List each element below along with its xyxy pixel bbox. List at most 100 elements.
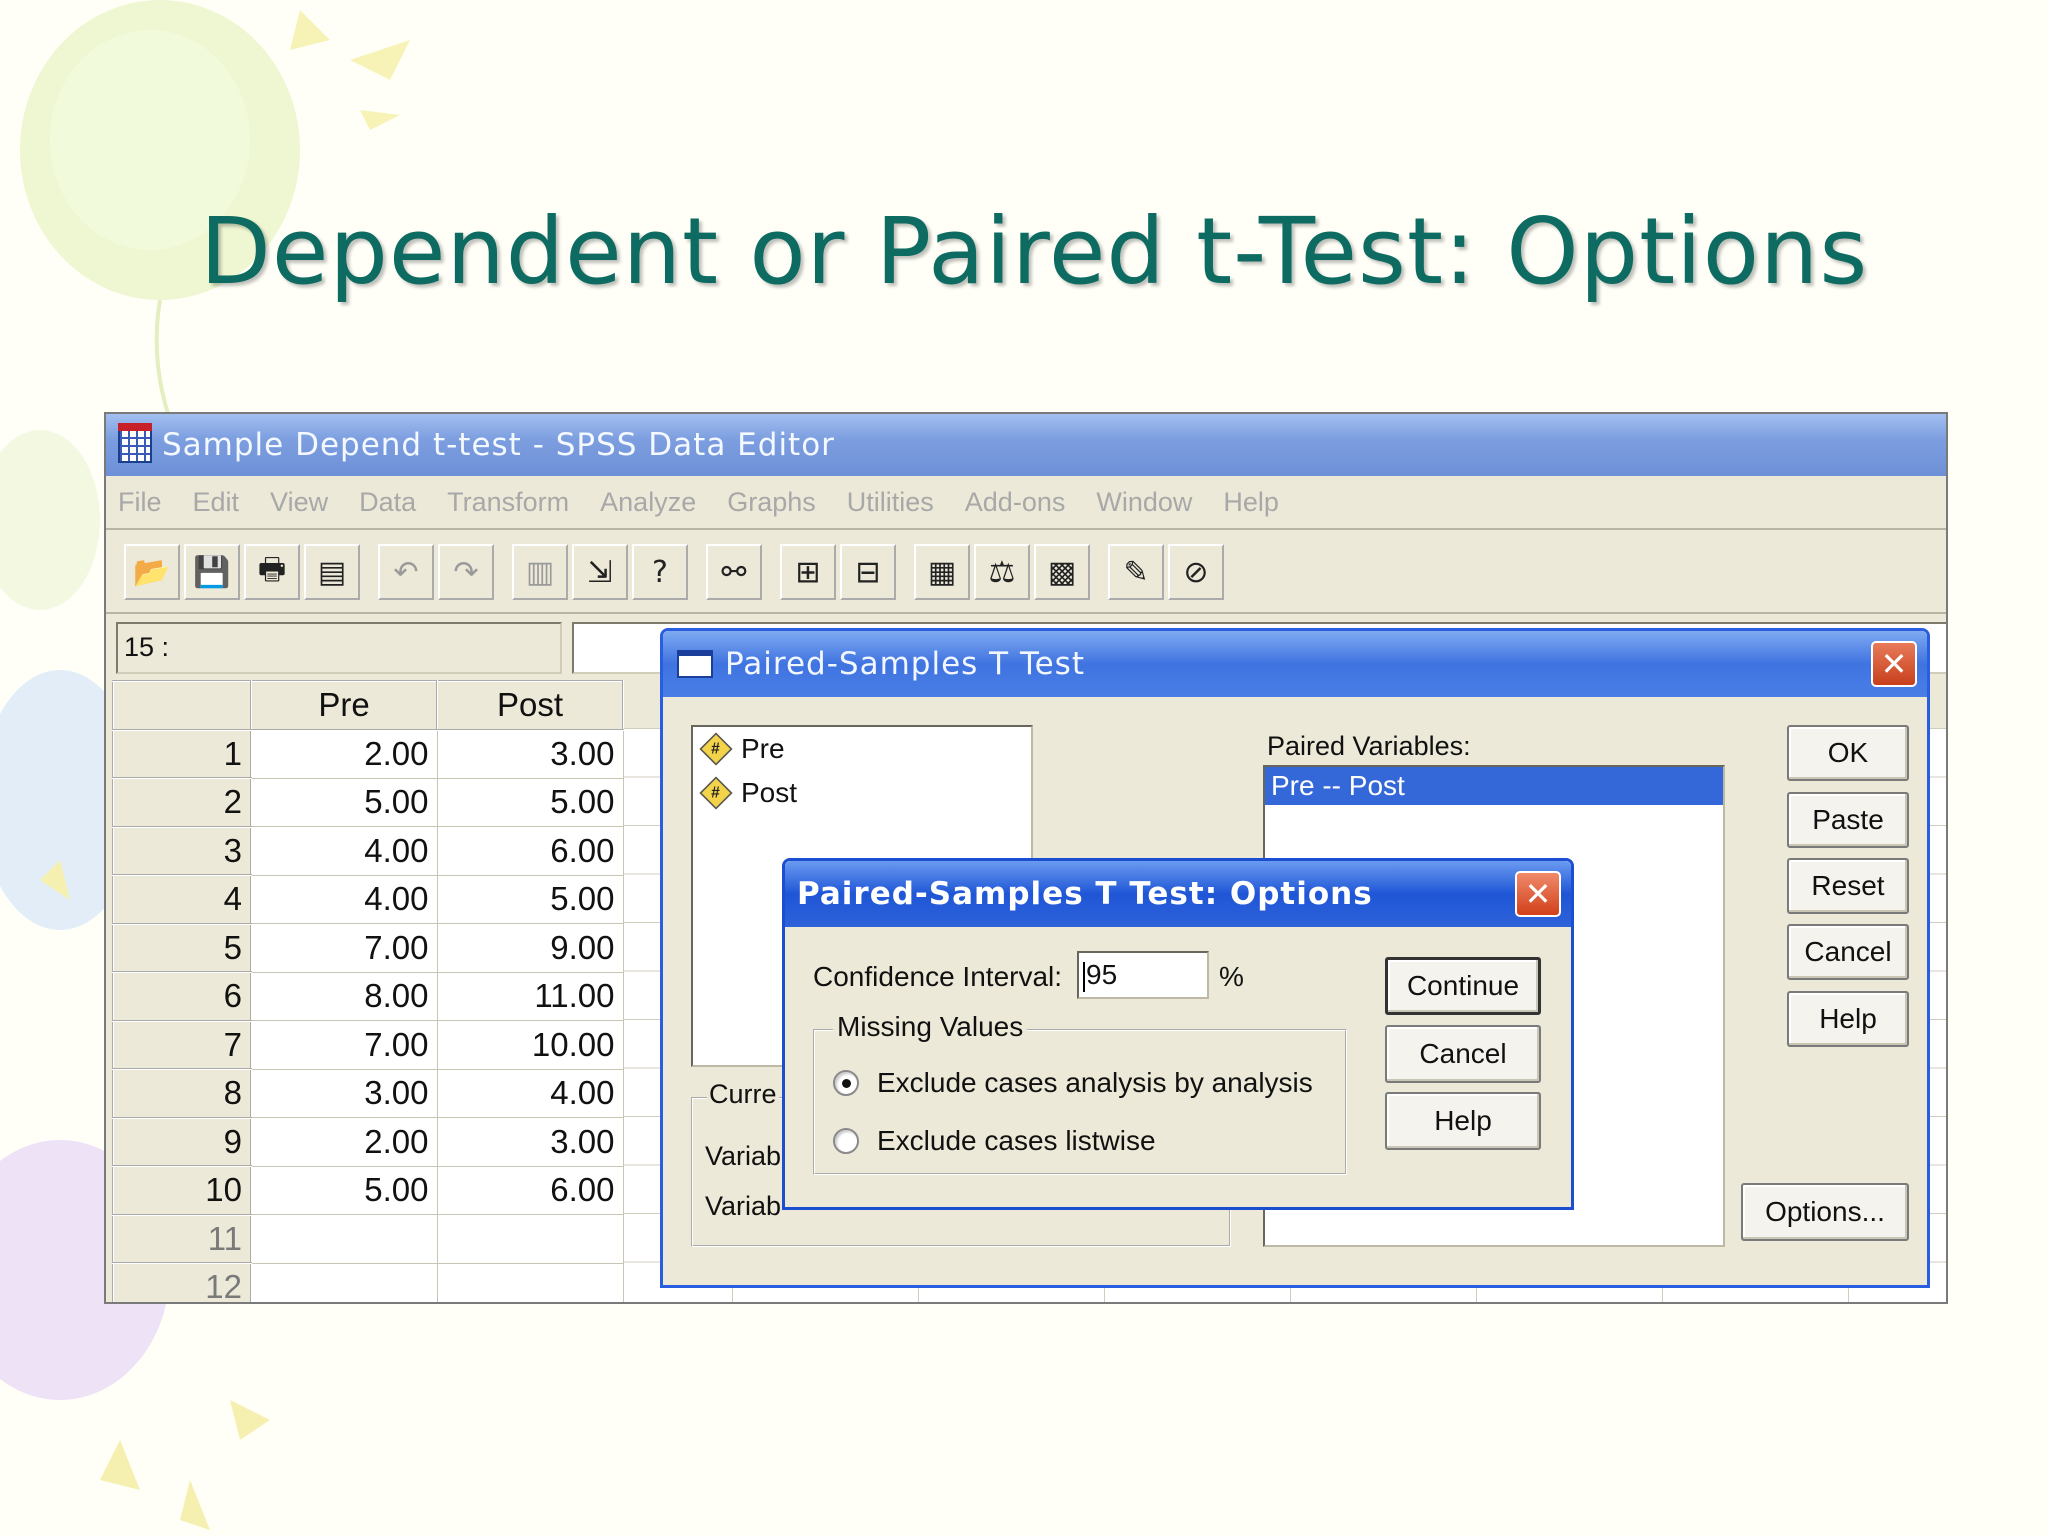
insert-variable-icon[interactable]: ⊟ (840, 544, 896, 600)
radio-listwise[interactable]: Exclude cases listwise (833, 1125, 1156, 1157)
options-button[interactable]: Options... (1741, 1183, 1909, 1241)
select-cases-icon[interactable]: ▩ (1034, 544, 1090, 600)
cell-post[interactable]: 11.00 (436, 971, 624, 1021)
cell-post[interactable]: 9.00 (436, 923, 624, 973)
table-row: 9 2.00 3.00 (112, 1116, 624, 1167)
radio-button-selected[interactable] (833, 1070, 859, 1096)
continue-button[interactable]: Continue (1385, 957, 1541, 1015)
row-header[interactable]: 7 (112, 1019, 252, 1070)
current-selections-label: Curre (707, 1079, 779, 1110)
cell-post[interactable] (436, 1262, 624, 1302)
row-header[interactable]: 8 (112, 1068, 252, 1119)
row-header[interactable]: 12 (112, 1262, 252, 1302)
save-icon[interactable]: 💾 (184, 544, 240, 600)
confidence-interval-input[interactable]: 95 (1077, 951, 1209, 999)
split-file-icon[interactable]: ▦ (914, 544, 970, 600)
row-header[interactable]: 2 (112, 777, 252, 828)
cell-pre[interactable]: 4.00 (250, 874, 438, 924)
row-header[interactable]: 1 (112, 728, 252, 779)
cell-pre[interactable]: 4.00 (250, 826, 438, 876)
help-button[interactable]: Help (1385, 1092, 1541, 1150)
variable-label: Post (741, 777, 798, 808)
cell-post[interactable]: 4.00 (436, 1068, 624, 1118)
menu-file[interactable]: File (118, 487, 162, 518)
row-header[interactable]: 4 (112, 874, 252, 925)
ok-button[interactable]: OK (1787, 725, 1909, 781)
menu-data[interactable]: Data (359, 487, 416, 518)
weight-cases-icon[interactable]: ⚖ (974, 544, 1030, 600)
cell-pre[interactable]: 7.00 (250, 1020, 438, 1070)
menu-window[interactable]: Window (1096, 487, 1192, 518)
column-header-pre[interactable]: Pre (250, 680, 438, 731)
goto-case-icon[interactable]: ⇲ (572, 544, 628, 600)
paired-variables-label: Paired Variables: (1267, 731, 1471, 761)
table-row: 6 8.00 11.00 (112, 971, 624, 1022)
variable2-label: Variab (705, 1191, 782, 1222)
cell-pre[interactable]: 3.00 (250, 1068, 438, 1118)
radio-analysis-by-analysis[interactable]: Exclude cases analysis by analysis (833, 1067, 1313, 1099)
column-header-post[interactable]: Post (436, 680, 624, 731)
window-title: Sample Depend t-test - SPSS Data Editor (162, 427, 835, 463)
cell-post[interactable]: 6.00 (436, 1165, 624, 1215)
variable1-label: Variab (705, 1141, 782, 1172)
menu-utilities[interactable]: Utilities (847, 487, 934, 518)
use-sets-icon[interactable]: ⊘ (1168, 544, 1224, 600)
menu-edit[interactable]: Edit (193, 487, 240, 518)
cell-pre[interactable]: 5.00 (250, 777, 438, 827)
menu-view[interactable]: View (270, 487, 328, 518)
cell-pre[interactable]: 7.00 (250, 923, 438, 973)
list-item[interactable]: # Post (693, 771, 1031, 815)
row-header[interactable]: 3 (112, 825, 252, 876)
cell-pre[interactable]: 8.00 (250, 971, 438, 1021)
menu-addons[interactable]: Add-ons (965, 487, 1066, 518)
cell-post[interactable]: 3.00 (436, 1117, 624, 1167)
print-icon[interactable]: 🖶 (244, 544, 300, 600)
variables-icon[interactable]: ? (632, 544, 688, 600)
row-header[interactable]: 10 (112, 1165, 252, 1216)
row-header[interactable]: 9 (112, 1116, 252, 1167)
open-icon[interactable]: 📂 (124, 544, 180, 600)
row-header[interactable]: 11 (112, 1213, 252, 1264)
close-icon[interactable]: ✕ (1515, 871, 1561, 917)
table-row: 5 7.00 9.00 (112, 922, 624, 973)
table-row: 7 7.00 10.00 (112, 1019, 624, 1070)
cell-post[interactable]: 6.00 (436, 826, 624, 876)
menu-help[interactable]: Help (1223, 487, 1279, 518)
goto-chart-icon[interactable]: ▥ (512, 544, 568, 600)
cell-post[interactable] (436, 1214, 624, 1264)
row-header[interactable]: 5 (112, 922, 252, 973)
cell-pre[interactable] (250, 1214, 438, 1264)
value-labels-icon[interactable]: ✎ (1108, 544, 1164, 600)
cell-post[interactable]: 5.00 (436, 874, 624, 924)
list-item[interactable]: # Pre (693, 727, 1031, 771)
options-dialog-titlebar: Paired-Samples T Test: Options (785, 861, 1571, 927)
undo-icon[interactable]: ↶ (378, 544, 434, 600)
insert-cases-icon[interactable]: ⊞ (780, 544, 836, 600)
numeric-variable-icon: # (699, 732, 733, 766)
reset-button[interactable]: Reset (1787, 858, 1909, 914)
cancel-button[interactable]: Cancel (1787, 924, 1909, 980)
percent-unit: % (1219, 961, 1244, 992)
table-row: 11 (112, 1213, 624, 1264)
menu-graphs[interactable]: Graphs (727, 487, 816, 518)
find-icon[interactable]: ⚯ (706, 544, 762, 600)
data-grid: Pre Post 1 2.00 3.00 2 5.00 5.00 3 4.00 … (112, 680, 624, 1302)
list-item[interactable]: Pre -- Post (1265, 767, 1723, 805)
redo-icon[interactable]: ↷ (438, 544, 494, 600)
cell-pre[interactable]: 2.00 (250, 729, 438, 779)
row-header[interactable]: 6 (112, 971, 252, 1022)
cell-pre[interactable] (250, 1262, 438, 1302)
cell-post[interactable]: 3.00 (436, 729, 624, 779)
cell-post[interactable]: 5.00 (436, 777, 624, 827)
radio-button[interactable] (833, 1128, 859, 1154)
cell-pre[interactable]: 2.00 (250, 1117, 438, 1167)
menu-analyze[interactable]: Analyze (600, 487, 696, 518)
close-icon[interactable]: ✕ (1871, 641, 1917, 687)
help-button[interactable]: Help (1787, 991, 1909, 1047)
cell-pre[interactable]: 5.00 (250, 1165, 438, 1215)
cell-post[interactable]: 10.00 (436, 1020, 624, 1070)
paste-button[interactable]: Paste (1787, 792, 1909, 848)
menu-transform[interactable]: Transform (447, 487, 569, 518)
cancel-button[interactable]: Cancel (1385, 1025, 1541, 1083)
dialog-recall-icon[interactable]: ▤ (304, 544, 360, 600)
